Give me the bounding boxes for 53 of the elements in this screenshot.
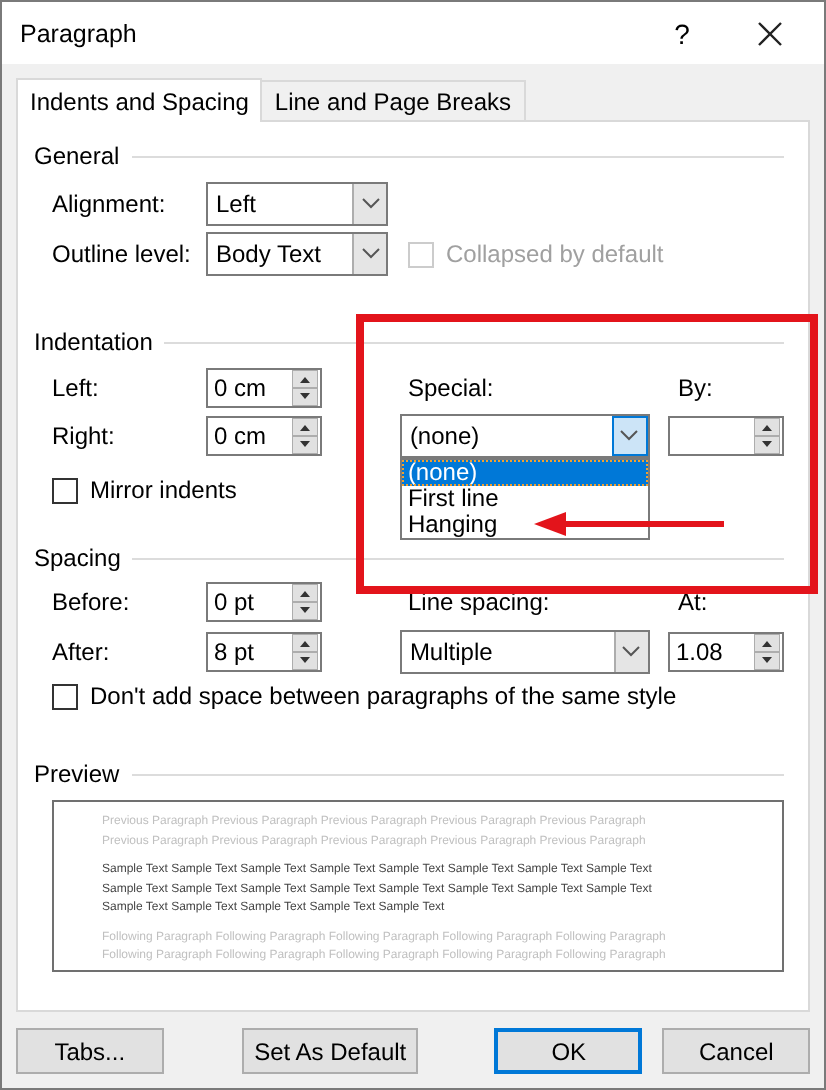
dropdown[interactable]: Multiple xyxy=(399,630,650,674)
dialog-button[interactable]: Set As Default xyxy=(241,1028,419,1074)
dropdown[interactable]: Left xyxy=(206,182,388,226)
field-label: Right: xyxy=(52,422,117,450)
dropdown-option[interactable]: Hanging xyxy=(401,512,504,538)
section-heading: Preview xyxy=(34,760,120,788)
spin-arrows-icon[interactable] xyxy=(292,418,318,454)
spin-field[interactable]: 8 pt xyxy=(206,632,322,672)
chevron-down-icon xyxy=(361,198,379,210)
help-button[interactable]: ? xyxy=(668,17,696,49)
dropdown[interactable]: (none) xyxy=(399,414,650,458)
checkbox-label: Mirror indents xyxy=(90,476,237,504)
spin-field[interactable]: 0 pt xyxy=(206,582,322,622)
spin-field[interactable] xyxy=(668,416,784,456)
close-icon xyxy=(758,21,782,45)
dialog-button[interactable]: Cancel xyxy=(662,1028,811,1074)
field-label: Before: xyxy=(52,588,132,616)
spin-arrows-icon[interactable] xyxy=(292,634,318,670)
dialog-button[interactable]: OK xyxy=(494,1028,643,1074)
close-button[interactable] xyxy=(756,19,784,47)
chevron-down-icon xyxy=(620,430,639,442)
field-label: Outline level: xyxy=(52,240,193,268)
dropdown-option[interactable]: First line xyxy=(401,486,505,512)
chevron-down-icon xyxy=(361,248,379,260)
spin-field[interactable]: 1.08 xyxy=(668,632,784,672)
checkbox[interactable] xyxy=(52,477,78,503)
field-label: Line spacing: xyxy=(408,588,552,616)
section-heading: Spacing xyxy=(34,544,121,572)
spin-arrows-icon[interactable] xyxy=(754,634,780,670)
dropdown-option[interactable]: (none) xyxy=(401,460,648,486)
spin-arrows-icon[interactable] xyxy=(292,584,318,620)
spin-arrows-icon[interactable] xyxy=(754,418,780,454)
field-label: Special: xyxy=(408,374,496,402)
chevron-down-icon xyxy=(622,646,641,658)
dialog-button[interactable]: Tabs... xyxy=(16,1028,164,1074)
field-label: Alignment: xyxy=(52,190,168,218)
field-label: At: xyxy=(678,588,708,616)
checkbox-label: Collapsed by default xyxy=(446,240,664,268)
tab[interactable]: Indents and Spacing xyxy=(16,78,263,122)
field-label: By: xyxy=(678,374,713,402)
field-label: Left: xyxy=(52,374,101,402)
section-heading: General xyxy=(34,142,120,170)
section-heading: Indentation xyxy=(34,328,153,356)
spin-field[interactable]: 0 cm xyxy=(206,368,322,408)
field-label: After: xyxy=(52,638,112,666)
window-title: Paragraph xyxy=(20,19,139,47)
arrow-icon xyxy=(534,510,726,538)
dropdown[interactable]: Body Text xyxy=(206,232,388,276)
spin-field[interactable]: 0 cm xyxy=(206,416,322,456)
checkbox[interactable] xyxy=(52,683,78,709)
checkbox-label: Don't add space between paragraphs of the same style xyxy=(90,682,677,710)
tab[interactable]: Line and Page Breaks xyxy=(260,80,526,120)
spin-arrows-icon[interactable] xyxy=(292,370,318,406)
